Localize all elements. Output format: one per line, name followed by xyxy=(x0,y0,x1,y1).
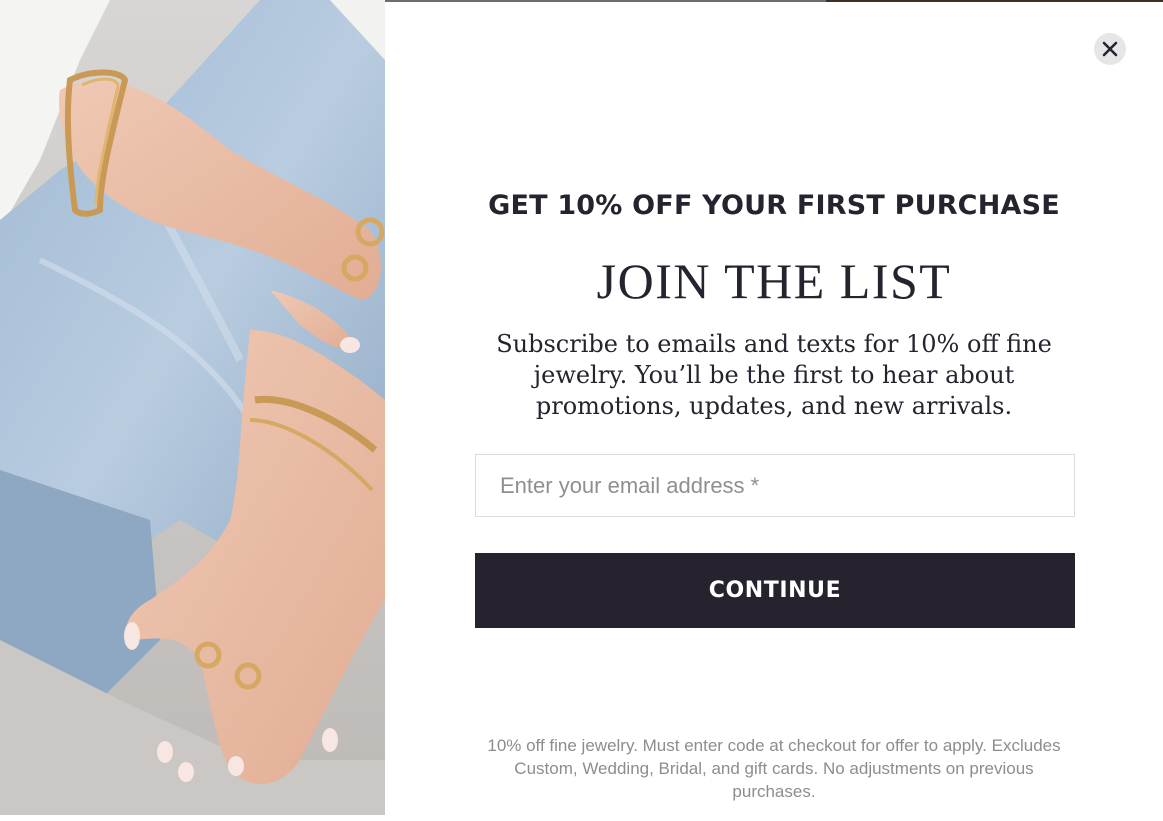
continue-button[interactable]: CONTINUE xyxy=(475,553,1075,628)
close-icon xyxy=(1102,41,1118,57)
modal-description: Subscribe to emails and texts for 10% of… xyxy=(496,330,1052,420)
offer-eyebrow: GET 10% OFF YOUR FIRST PURCHASE xyxy=(488,190,1060,221)
lifestyle-photo xyxy=(0,0,385,821)
close-button[interactable] xyxy=(1094,33,1126,65)
email-input[interactable] xyxy=(475,454,1075,517)
signup-modal: GET 10% OFF YOUR FIRST PURCHASE JOIN THE… xyxy=(385,2,1163,819)
bottom-edge xyxy=(0,815,1163,821)
offer-disclaimer: 10% off fine jewelry. Must enter code at… xyxy=(487,736,1061,801)
modal-headline: JOIN THE LIST xyxy=(596,253,952,309)
jewelry-photo-illustration xyxy=(0,0,385,821)
page: GET 10% OFF YOUR FIRST PURCHASE JOIN THE… xyxy=(0,0,1163,821)
